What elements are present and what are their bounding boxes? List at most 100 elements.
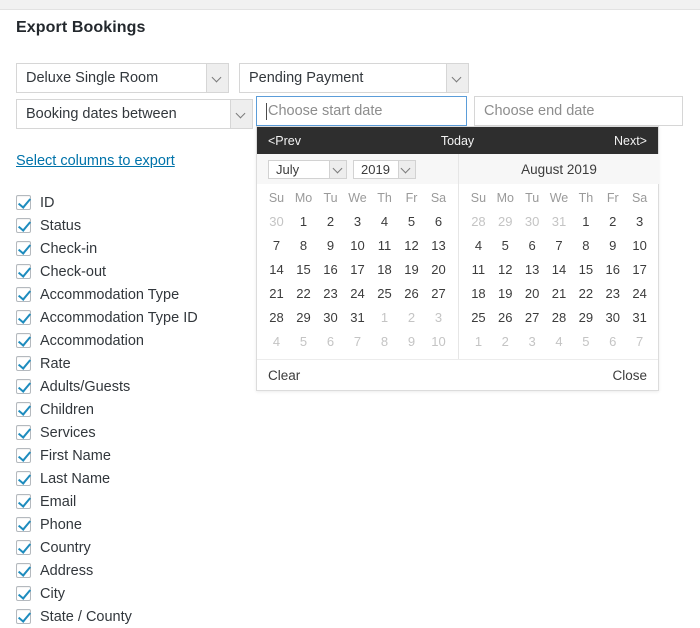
- column-checkbox-row[interactable]: Last Name: [16, 467, 246, 490]
- chevron-down-icon[interactable]: [397, 160, 415, 178]
- check-icon[interactable]: [16, 333, 31, 348]
- close-button[interactable]: Close: [612, 368, 647, 383]
- check-icon[interactable]: [16, 310, 31, 325]
- calendar-day[interactable]: 12: [492, 257, 519, 281]
- column-checkbox-row[interactable]: Services: [16, 421, 246, 444]
- calendar-day[interactable]: 30: [317, 305, 344, 329]
- calendar-day[interactable]: 21: [546, 281, 573, 305]
- calendar-day[interactable]: 29: [290, 305, 317, 329]
- calendar-day[interactable]: 18: [371, 257, 398, 281]
- month-select[interactable]: July: [268, 159, 347, 179]
- clear-button[interactable]: Clear: [268, 368, 300, 383]
- calendar-day[interactable]: 16: [599, 257, 626, 281]
- column-checkbox-row[interactable]: Children: [16, 398, 246, 421]
- check-icon[interactable]: [16, 609, 31, 624]
- calendar-day[interactable]: 27: [425, 281, 452, 305]
- today-button[interactable]: Today: [257, 134, 658, 148]
- column-checkbox-row[interactable]: Accommodation Type: [16, 283, 246, 306]
- calendar-day[interactable]: 26: [398, 281, 425, 305]
- calendar-day[interactable]: 25: [371, 281, 398, 305]
- check-icon[interactable]: [16, 425, 31, 440]
- calendar-day[interactable]: 14: [263, 257, 290, 281]
- check-icon[interactable]: [16, 540, 31, 555]
- accommodation-type-select[interactable]: Deluxe Single Room: [16, 63, 229, 93]
- column-checkbox-row[interactable]: First Name: [16, 444, 246, 467]
- calendar-day[interactable]: 11: [371, 233, 398, 257]
- check-icon[interactable]: [16, 586, 31, 601]
- select-columns-link[interactable]: Select columns to export: [16, 153, 175, 169]
- calendar-day[interactable]: 28: [263, 305, 290, 329]
- calendar-day[interactable]: 29: [572, 305, 599, 329]
- booking-status-select[interactable]: Pending Payment: [239, 63, 469, 93]
- check-icon[interactable]: [16, 241, 31, 256]
- column-checkbox-row[interactable]: Address: [16, 559, 246, 582]
- calendar-day[interactable]: 19: [492, 281, 519, 305]
- check-icon[interactable]: [16, 195, 31, 210]
- calendar-day[interactable]: 8: [572, 233, 599, 257]
- calendar-day[interactable]: 24: [626, 281, 653, 305]
- calendar-day[interactable]: 4: [465, 233, 492, 257]
- chevron-down-icon[interactable]: [230, 100, 252, 128]
- calendar-day[interactable]: 6: [519, 233, 546, 257]
- calendar-day[interactable]: 31: [626, 305, 653, 329]
- calendar-day[interactable]: 20: [519, 281, 546, 305]
- next-month-button[interactable]: Next>: [614, 134, 647, 148]
- calendar-day[interactable]: 23: [599, 281, 626, 305]
- check-icon[interactable]: [16, 264, 31, 279]
- calendar-day[interactable]: 8: [290, 233, 317, 257]
- column-checkbox-row[interactable]: Rate: [16, 352, 246, 375]
- calendar-day[interactable]: 30: [599, 305, 626, 329]
- calendar-day[interactable]: 9: [317, 233, 344, 257]
- calendar-day[interactable]: 31: [344, 305, 371, 329]
- calendar-day[interactable]: 4: [371, 209, 398, 233]
- chevron-down-icon[interactable]: [446, 64, 468, 92]
- column-checkbox-row[interactable]: Adults/Guests: [16, 375, 246, 398]
- calendar-day[interactable]: 16: [317, 257, 344, 281]
- column-checkbox-row[interactable]: Check-in: [16, 237, 246, 260]
- calendar-day[interactable]: 19: [398, 257, 425, 281]
- calendar-day[interactable]: 22: [572, 281, 599, 305]
- check-icon[interactable]: [16, 471, 31, 486]
- calendar-day[interactable]: 9: [599, 233, 626, 257]
- column-checkbox-row[interactable]: Check-out: [16, 260, 246, 283]
- calendar-day[interactable]: 10: [626, 233, 653, 257]
- calendar-day[interactable]: 10: [344, 233, 371, 257]
- check-icon[interactable]: [16, 287, 31, 302]
- column-checkbox-row[interactable]: Country: [16, 536, 246, 559]
- date-range-type-select[interactable]: Booking dates between: [16, 99, 253, 129]
- calendar-day[interactable]: 14: [546, 257, 573, 281]
- calendar-day[interactable]: 17: [344, 257, 371, 281]
- calendar-day[interactable]: 1: [572, 209, 599, 233]
- calendar-day[interactable]: 3: [626, 209, 653, 233]
- calendar-day[interactable]: 5: [398, 209, 425, 233]
- calendar-day[interactable]: 1: [290, 209, 317, 233]
- check-icon[interactable]: [16, 379, 31, 394]
- calendar-day[interactable]: 28: [546, 305, 573, 329]
- year-select[interactable]: 2019: [353, 159, 416, 179]
- calendar-day[interactable]: 2: [599, 209, 626, 233]
- calendar-day[interactable]: 3: [344, 209, 371, 233]
- calendar-day[interactable]: 13: [425, 233, 452, 257]
- calendar-day[interactable]: 26: [492, 305, 519, 329]
- calendar-day[interactable]: 5: [492, 233, 519, 257]
- column-checkbox-row[interactable]: City: [16, 582, 246, 605]
- calendar-day[interactable]: 12: [398, 233, 425, 257]
- check-icon[interactable]: [16, 218, 31, 233]
- column-checkbox-row[interactable]: Phone: [16, 513, 246, 536]
- check-icon[interactable]: [16, 356, 31, 371]
- calendar-day[interactable]: 20: [425, 257, 452, 281]
- check-icon[interactable]: [16, 563, 31, 578]
- calendar-day[interactable]: 11: [465, 257, 492, 281]
- calendar-day[interactable]: 7: [546, 233, 573, 257]
- calendar-day[interactable]: 6: [425, 209, 452, 233]
- calendar-day[interactable]: 25: [465, 305, 492, 329]
- check-icon[interactable]: [16, 402, 31, 417]
- calendar-day[interactable]: 15: [290, 257, 317, 281]
- check-icon[interactable]: [16, 517, 31, 532]
- calendar-day[interactable]: 23: [317, 281, 344, 305]
- calendar-day[interactable]: 18: [465, 281, 492, 305]
- end-date-input[interactable]: Choose end date: [474, 96, 683, 126]
- column-checkbox-row[interactable]: Accommodation Type ID: [16, 306, 246, 329]
- chevron-down-icon[interactable]: [206, 64, 228, 92]
- calendar-day[interactable]: 24: [344, 281, 371, 305]
